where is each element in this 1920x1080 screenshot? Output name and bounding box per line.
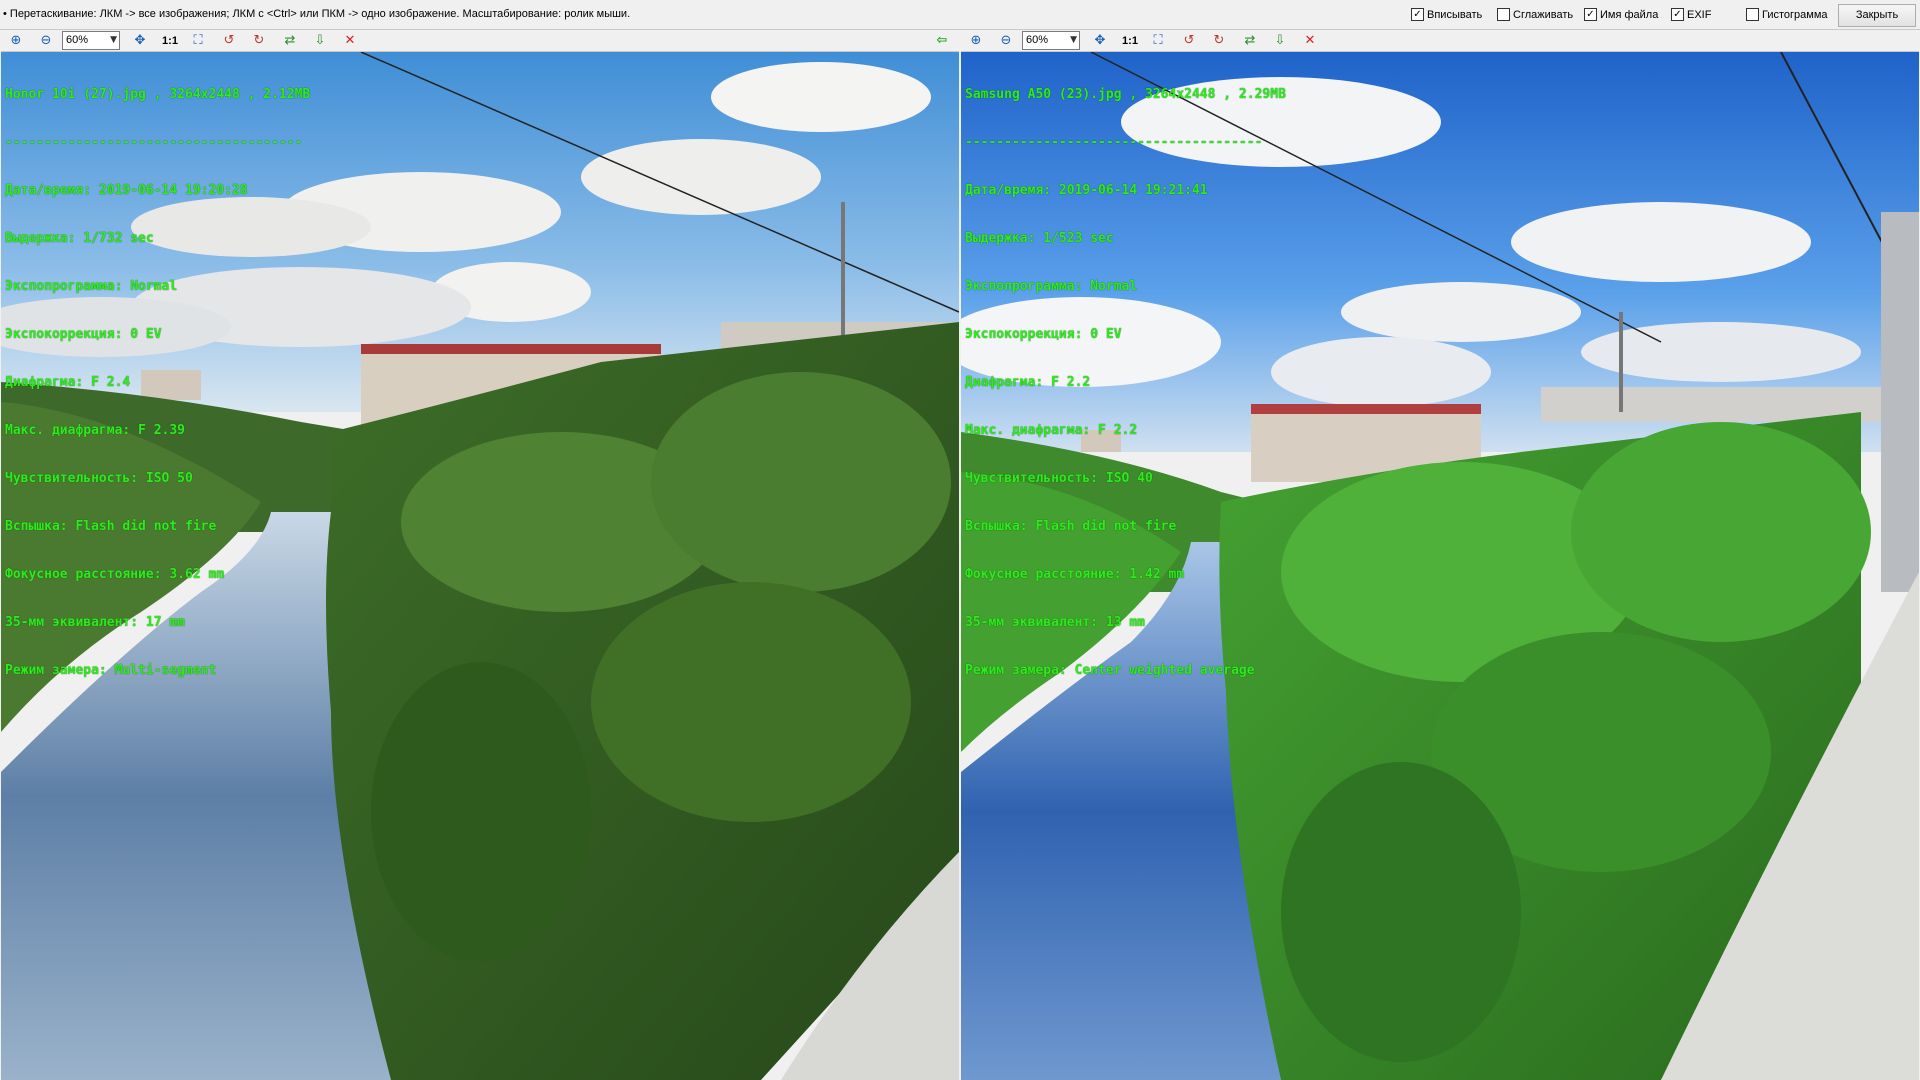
pane-toolbar-left: ⊕ ⊖ 60% ▼ ✥ 1:1 ⛶ ↺ ↻ ⇄ ⇩ ✕ ⇦ bbox=[1, 30, 959, 52]
chevron-down-icon: ▼ bbox=[1070, 35, 1077, 45]
exif-separator: -------------------------------------- bbox=[5, 135, 303, 150]
exif-compensation: Экспокоррекция: 0 EV bbox=[965, 327, 1122, 342]
exif-focal-length: Фокусное расстояние: 3.62 mm bbox=[5, 567, 225, 582]
fit-checkbox-label: Вписывать bbox=[1427, 8, 1483, 21]
smooth-checkbox-label: Сглаживать bbox=[1513, 8, 1574, 21]
close-icon[interactable]: ✕ bbox=[1301, 32, 1319, 50]
save-icon[interactable]: ⇩ bbox=[311, 32, 329, 50]
exif-flash: Вспышка: Flash did not fire bbox=[5, 519, 217, 534]
fit-checkbox[interactable]: ✓ Вписывать bbox=[1411, 8, 1482, 21]
histogram-checkbox-label: Гистограмма bbox=[1762, 8, 1828, 21]
top-bar: • Перетаскивание: ЛКМ -> все изображения… bbox=[0, 0, 1920, 30]
exif-exposure: Выдержка: 1/523 sec bbox=[965, 231, 1114, 246]
filename-checkbox[interactable]: ✓ Имя файла bbox=[1584, 8, 1658, 21]
exif-program: Экспопрограмма: Normal bbox=[5, 279, 178, 294]
fit-icon[interactable]: ⛶ bbox=[1149, 32, 1167, 50]
one-to-one-button[interactable]: 1:1 bbox=[159, 32, 181, 50]
zoom-select[interactable]: 60% ▼ bbox=[62, 31, 120, 50]
rotate-left-icon[interactable]: ↺ bbox=[1180, 32, 1198, 50]
histogram-checkbox[interactable]: Гистограмма bbox=[1746, 8, 1828, 21]
image-pane-right: ⊕ ⊖ 60% ▼ ✥ 1:1 ⛶ ↺ ↻ ⇄ ⇩ ✕ Samsung A50 … bbox=[961, 30, 1919, 1080]
filename-checkbox-label: Имя файла bbox=[1600, 8, 1659, 21]
exif-separator: -------------------------------------- bbox=[965, 135, 1263, 150]
zoom-out-icon[interactable]: ⊖ bbox=[997, 32, 1015, 50]
exif-max-aperture: Макс. диафрагма: F 2.2 bbox=[965, 423, 1138, 438]
exif-metering: Режим замера: Multi-segment bbox=[5, 663, 217, 678]
exif-aperture: Диафрагма: F 2.4 bbox=[5, 375, 131, 390]
rotate-left-icon[interactable]: ↺ bbox=[220, 32, 238, 50]
smooth-checkbox-box[interactable] bbox=[1497, 8, 1510, 21]
exif-checkbox-label: EXIF bbox=[1687, 8, 1712, 21]
smooth-checkbox[interactable]: Сглаживать bbox=[1497, 8, 1573, 21]
photo-right[interactable]: Samsung A50 (23).jpg , 3264x2448 , 2.29M… bbox=[961, 52, 1919, 1080]
exif-iso: Чувствительность: ISO 50 bbox=[5, 471, 193, 486]
exif-iso: Чувствительность: ISO 40 bbox=[965, 471, 1153, 486]
zoom-in-icon[interactable]: ⊕ bbox=[967, 32, 985, 50]
photo-left[interactable]: Honor 10i (27).jpg , 3264x2448 , 2.12MB … bbox=[1, 52, 959, 1080]
exif-checkbox[interactable]: ✓ EXIF bbox=[1671, 8, 1711, 21]
chevron-down-icon: ▼ bbox=[110, 35, 117, 45]
zoom-in-icon[interactable]: ⊕ bbox=[7, 32, 25, 50]
exif-overlay-right: Samsung A50 (23).jpg , 3264x2448 , 2.29M… bbox=[965, 55, 1286, 711]
flip-icon[interactable]: ⇄ bbox=[281, 32, 299, 50]
exif-aperture: Диафрагма: F 2.2 bbox=[965, 375, 1091, 390]
exif-flash: Вспышка: Flash did not fire bbox=[965, 519, 1177, 534]
close-icon[interactable]: ✕ bbox=[341, 32, 359, 50]
rotate-right-icon[interactable]: ↻ bbox=[1210, 32, 1228, 50]
exif-35mm: 35-мм эквивалент: 17 mm bbox=[5, 615, 186, 630]
image-pane-left: ⊕ ⊖ 60% ▼ ✥ 1:1 ⛶ ↺ ↻ ⇄ ⇩ ✕ ⇦ Honor 10i … bbox=[1, 30, 959, 1080]
back-arrow-icon[interactable]: ⇦ bbox=[933, 32, 951, 50]
rotate-right-icon[interactable]: ↻ bbox=[250, 32, 268, 50]
exif-datetime: Дата/время: 2019-06-14 19:20:28 bbox=[5, 183, 248, 198]
file-header: Honor 10i (27).jpg , 3264x2448 , 2.12MB bbox=[5, 87, 311, 102]
exif-exposure: Выдержка: 1/732 sec bbox=[5, 231, 154, 246]
filename-checkbox-box[interactable]: ✓ bbox=[1584, 8, 1597, 21]
hint-text: • Перетаскивание: ЛКМ -> все изображения… bbox=[3, 8, 631, 20]
zoom-value: 60% bbox=[1026, 34, 1049, 46]
zoom-value: 60% bbox=[66, 34, 89, 46]
flip-icon[interactable]: ⇄ bbox=[1241, 32, 1259, 50]
exif-max-aperture: Макс. диафрагма: F 2.39 bbox=[5, 423, 186, 438]
close-button[interactable]: Закрыть bbox=[1838, 4, 1916, 27]
fit-icon[interactable]: ⛶ bbox=[189, 32, 207, 50]
zoom-select[interactable]: 60% ▼ bbox=[1022, 31, 1080, 50]
exif-metering: Режим замера: Center weighted average bbox=[965, 663, 1255, 678]
zoom-out-icon[interactable]: ⊖ bbox=[37, 32, 55, 50]
histogram-checkbox-box[interactable] bbox=[1746, 8, 1759, 21]
file-header: Samsung A50 (23).jpg , 3264x2448 , 2.29M… bbox=[965, 87, 1286, 102]
save-icon[interactable]: ⇩ bbox=[1271, 32, 1289, 50]
one-to-one-button[interactable]: 1:1 bbox=[1119, 32, 1141, 50]
exif-checkbox-box[interactable]: ✓ bbox=[1671, 8, 1684, 21]
exif-datetime: Дата/время: 2019-06-14 19:21:41 bbox=[965, 183, 1208, 198]
exif-compensation: Экспокоррекция: 0 EV bbox=[5, 327, 162, 342]
exif-program: Экспопрограмма: Normal bbox=[965, 279, 1138, 294]
fit-checkbox-box[interactable]: ✓ bbox=[1411, 8, 1424, 21]
pane-toolbar-right: ⊕ ⊖ 60% ▼ ✥ 1:1 ⛶ ↺ ↻ ⇄ ⇩ ✕ bbox=[961, 30, 1919, 52]
center-icon[interactable]: ✥ bbox=[1091, 32, 1109, 50]
exif-overlay-left: Honor 10i (27).jpg , 3264x2448 , 2.12MB … bbox=[5, 55, 310, 711]
exif-focal-length: Фокусное расстояние: 1.42 mm bbox=[965, 567, 1185, 582]
exif-35mm: 35-мм эквивалент: 13 mm bbox=[965, 615, 1146, 630]
center-icon[interactable]: ✥ bbox=[131, 32, 149, 50]
